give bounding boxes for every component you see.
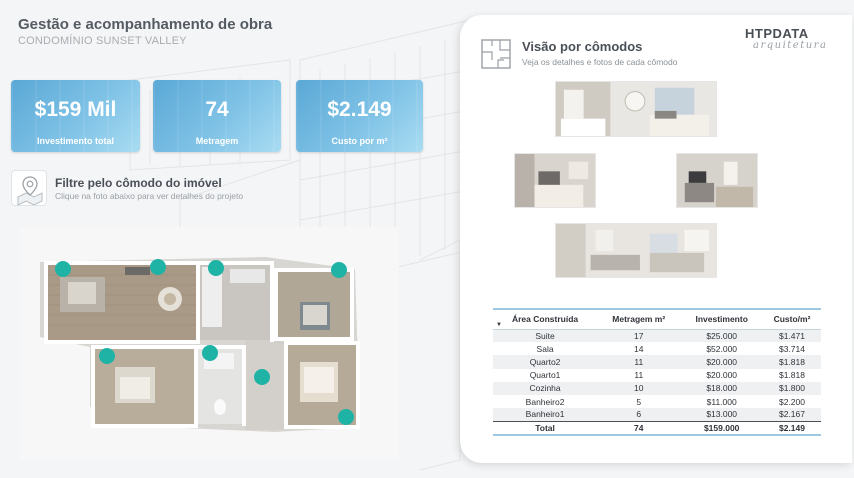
page-title: Gestão e acompanhamento de obra [18, 16, 273, 33]
cell-investimento: $13.000 [680, 408, 763, 422]
table-row[interactable]: Cozinha 10 $18.000 $1.800 [493, 381, 821, 395]
panel-subtitle: Veja os detalhes e fotos de cada cômodo [522, 57, 678, 67]
rooms-table: ▼ Área Construída Metragem m² Investiment… [493, 308, 821, 437]
table-total-row: Total 74 $159.000 $2.149 [493, 420, 821, 437]
total-custo: $2.149 [762, 420, 821, 437]
cell-metragem: 5 [636, 396, 642, 407]
cell-investimento: $18.000 [680, 381, 763, 395]
cell-custo: $2.200 [778, 396, 805, 407]
column-header-investimento[interactable]: Investimento [680, 308, 763, 330]
total-label: Total [493, 420, 598, 437]
floor-plan [20, 227, 399, 460]
column-header-metragem[interactable]: Metragem m² [597, 308, 681, 330]
brand-tagline: arquitetura [753, 40, 828, 51]
floor-plan-icon [480, 38, 512, 70]
table-row[interactable]: Banheiro1 6 $13.000 $2.167 [493, 408, 821, 422]
rooms-panel: Visão por cômodos Veja os detalhes e fot… [460, 15, 852, 463]
cell-metragem: 14 [634, 343, 644, 354]
kpi-label: Investimento total [36, 136, 114, 146]
cell-area: Sala [536, 343, 554, 354]
cell-custo: $1.800 [762, 381, 821, 395]
cell-custo: $3.714 [778, 343, 805, 354]
cell-investimento: $25.000 [680, 329, 763, 343]
sort-desc-icon: ▼ [496, 322, 502, 328]
table-row[interactable]: Quarto1 11 $20.000 $1.818 [493, 369, 821, 382]
kpi-card-metragem: 74 Metragem [153, 80, 281, 152]
cell-custo: $1.471 [762, 329, 821, 343]
column-header-custo[interactable]: Custo/m² [762, 308, 821, 330]
cell-area: Banheiro1 [493, 408, 598, 422]
map-pin-icon [11, 170, 47, 206]
room-photo-quarto1[interactable] [676, 153, 758, 208]
cell-area: Suite [493, 329, 598, 343]
filter-subtitle: Clique na foto abaixo para ver detalhes … [55, 191, 244, 201]
filter-title: Filtre pelo cômodo do imóvel [55, 176, 222, 190]
kpi-label: Metragem [195, 136, 239, 146]
cell-investimento: $20.000 [680, 355, 763, 369]
cell-investimento: $20.000 [706, 370, 738, 381]
room-photo-suite[interactable] [555, 81, 717, 137]
kpi-card-investimento: $159 Mil Investimento total [11, 80, 140, 152]
room-photo-sala[interactable] [555, 223, 717, 278]
cell-custo: $1.818 [762, 355, 821, 369]
cell-area: Banheiro2 [525, 396, 565, 407]
kpi-value: $159 Mil [34, 98, 117, 121]
cell-area: Cozinha [493, 381, 598, 395]
cell-metragem: 10 [597, 381, 681, 395]
cell-custo: $2.167 [762, 408, 821, 422]
cell-area: Quarto2 [493, 355, 598, 369]
kpi-value: $2.149 [327, 98, 392, 121]
cell-investimento: $52.000 [706, 343, 738, 354]
column-header-label: Área Construída [511, 314, 579, 325]
cell-metragem: 11 [597, 355, 681, 369]
cell-custo: $1.818 [778, 370, 805, 381]
kpi-value: 74 [205, 98, 229, 121]
brand-logo: HTPDATA [745, 26, 809, 41]
table-row[interactable]: Suite 17 $25.000 $1.471 [493, 329, 821, 343]
cell-metragem: 17 [597, 329, 681, 343]
page-subtitle: CONDOMÍNIO SUNSET VALLEY [18, 35, 187, 47]
cell-area: Quarto1 [529, 370, 561, 381]
kpi-label: Custo por m² [331, 136, 388, 146]
cell-metragem: 6 [597, 408, 681, 422]
table-row[interactable]: Quarto2 11 $20.000 $1.818 [493, 355, 821, 369]
total-metragem: 74 [597, 420, 681, 437]
panel-title: Visão por cômodos [522, 39, 643, 54]
table-row[interactable]: Sala 14 $52.000 $3.714 [493, 342, 821, 355]
cell-investimento: $11.000 [706, 396, 737, 407]
column-header-area[interactable]: ▼ Área Construída [493, 308, 598, 330]
kpi-card-custo-m2: $2.149 Custo por m² [296, 80, 423, 152]
cell-metragem: 11 [634, 370, 644, 381]
total-investimento: $159.000 [680, 420, 763, 437]
table-row[interactable]: Banheiro2 5 $11.000 $2.200 [493, 395, 821, 408]
room-photo-quarto2[interactable] [514, 153, 596, 208]
